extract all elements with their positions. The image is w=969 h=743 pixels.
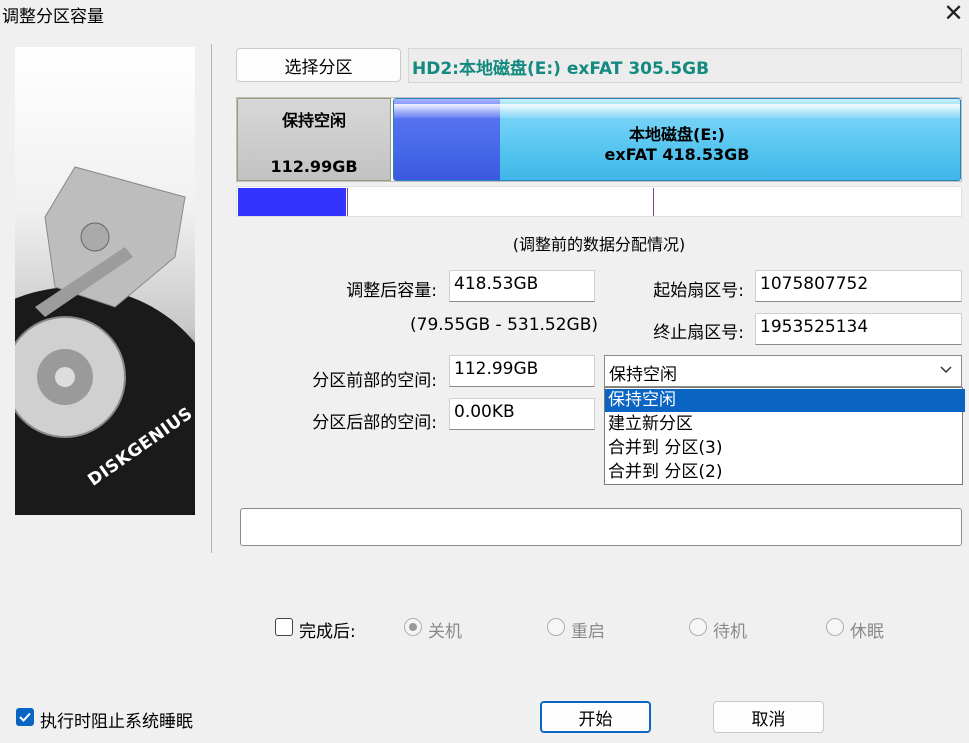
vertical-divider — [211, 44, 212, 553]
exfat-partition-detail: exFAT 418.53GB — [604, 145, 750, 164]
end-sector-input[interactable]: 1953525134 — [755, 313, 962, 345]
size-after-label: 调整后容量: — [346, 281, 437, 301]
space-after-input[interactable]: 0.00KB — [449, 398, 595, 430]
free-space-partition[interactable]: 保持空闲 112.99GB — [237, 98, 391, 181]
size-range-text: (79.55GB - 531.52GB) — [410, 315, 599, 335]
window-title: 调整分区容量 — [2, 7, 104, 27]
radio-restart[interactable] — [547, 618, 565, 636]
combo-selected-value: 保持空闲 — [609, 365, 677, 385]
disk-name-field: HD2:本地磁盘(E:) exFAT 305.5GB — [408, 48, 962, 83]
space-handling-dropdown: 保持空闲 建立新分区 合并到 分区(3) 合并到 分区(2) — [604, 387, 965, 485]
radio-hibernate[interactable] — [826, 618, 844, 636]
exfat-partition-label: 本地磁盘(E:) — [629, 125, 725, 144]
checkmark-icon — [19, 712, 31, 722]
after-complete-checkbox[interactable] — [275, 618, 293, 636]
radio-hibernate-label: 休眠 — [850, 622, 884, 642]
space-before-input[interactable]: 112.99GB — [449, 355, 595, 387]
space-before-label: 分区前部的空间: — [312, 371, 437, 391]
radio-restart-label: 重启 — [571, 622, 605, 642]
free-space-size: 112.99GB — [270, 157, 358, 176]
space-after-label: 分区后部的空间: — [312, 413, 437, 433]
radio-shutdown[interactable] — [404, 618, 422, 636]
start-button[interactable]: 开始 — [540, 701, 651, 733]
start-sector-input[interactable]: 1075807752 — [755, 270, 962, 302]
cancel-button[interactable]: 取消 — [713, 701, 824, 733]
space-handling-select[interactable]: 保持空闲 — [604, 355, 962, 387]
data-allocation-map — [236, 186, 962, 217]
partition-gloss — [394, 104, 960, 118]
chevron-down-icon — [939, 362, 953, 378]
hard-drive-icon — [15, 166, 195, 515]
dropdown-option-merge-2[interactable]: 合并到 分区(2) — [605, 461, 965, 484]
free-space-label: 保持空闲 — [281, 111, 346, 130]
data-used-block — [238, 188, 346, 216]
size-after-input[interactable]: 418.53GB — [449, 270, 595, 302]
exfat-partition[interactable]: 本地磁盘(E:) exFAT 418.53GB — [393, 98, 961, 181]
progress-box — [240, 508, 962, 546]
dropdown-option-merge-3[interactable]: 合并到 分区(3) — [605, 437, 965, 460]
diskgenius-illustration: DISKGENIUS — [15, 47, 195, 515]
dropdown-option-keep-free[interactable]: 保持空闲 — [605, 389, 965, 412]
radio-standby-label: 待机 — [713, 622, 747, 642]
prevent-sleep-label: 执行时阻止系统睡眠 — [40, 712, 193, 732]
end-sector-label: 终止扇区号: — [653, 323, 744, 343]
radio-shutdown-label: 关机 — [428, 622, 462, 642]
prevent-sleep-checkbox[interactable] — [16, 708, 34, 726]
after-complete-label: 完成后: — [299, 622, 356, 642]
data-marker — [653, 188, 654, 216]
select-partition-button[interactable]: 选择分区 — [236, 48, 401, 82]
data-marker — [347, 188, 348, 216]
dropdown-option-new-partition[interactable]: 建立新分区 — [605, 413, 965, 436]
start-sector-label: 起始扇区号: — [653, 281, 744, 301]
radio-standby[interactable] — [689, 618, 707, 636]
close-icon[interactable]: ✕ — [938, 0, 969, 27]
title-bar — [0, 0, 969, 28]
data-map-caption: (调整前的数据分配情况) — [512, 235, 686, 254]
